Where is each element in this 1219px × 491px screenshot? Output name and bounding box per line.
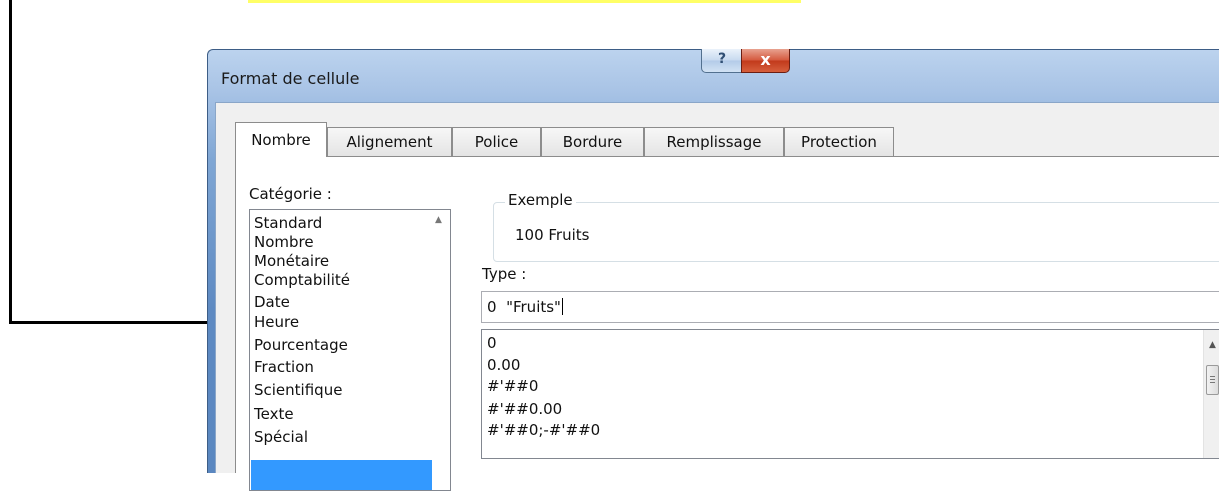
format-item[interactable]: 0 bbox=[487, 334, 497, 353]
category-item[interactable]: Fraction bbox=[254, 358, 314, 377]
type-input-value: 0 "Fruits" bbox=[487, 298, 561, 316]
type-input[interactable]: 0 "Fruits" bbox=[481, 291, 1219, 323]
title-bar[interactable]: Format de cellule ? x bbox=[208, 49, 1219, 102]
category-item[interactable]: Pourcentage bbox=[254, 336, 348, 355]
help-button[interactable]: ? bbox=[701, 49, 743, 73]
tab-alignement[interactable]: Alignement bbox=[327, 127, 452, 156]
format-item[interactable]: #'##0.00 bbox=[487, 400, 562, 419]
category-item[interactable]: Scientifique bbox=[254, 381, 342, 400]
type-label: Type : bbox=[482, 265, 527, 283]
format-cells-dialog: Format de cellule ? x Nombre Alignement … bbox=[207, 49, 1219, 491]
grip-line bbox=[1210, 376, 1215, 377]
format-item[interactable]: 0.00 bbox=[487, 356, 520, 375]
example-value: 100 Fruits bbox=[515, 226, 590, 244]
tab-panel-nombre: Catégorie : Standard Nombre Monétaire Co… bbox=[235, 156, 1219, 491]
category-item[interactable]: Monétaire bbox=[254, 252, 329, 271]
help-icon: ? bbox=[717, 51, 727, 67]
annotation-arrow-vertical bbox=[9, 0, 12, 324]
tab-bordure[interactable]: Bordure bbox=[541, 127, 644, 156]
tab-police[interactable]: Police bbox=[452, 127, 541, 156]
type-format-list[interactable]: 0 0.00 #'##0 #'##0.00 #'##0;-#'##0 ▲ bbox=[481, 329, 1219, 459]
category-item[interactable]: Heure bbox=[254, 313, 299, 332]
category-item[interactable]: Standard bbox=[254, 214, 322, 233]
category-label: Catégorie : bbox=[249, 185, 332, 203]
category-item-selected[interactable] bbox=[251, 460, 432, 490]
format-item[interactable]: #'##0;-#'##0 bbox=[487, 421, 600, 440]
close-icon: x bbox=[760, 50, 771, 69]
grip-line bbox=[1210, 379, 1215, 380]
example-label: Exemple bbox=[505, 191, 576, 209]
category-item[interactable]: Comptabilité bbox=[254, 271, 350, 290]
text-cursor bbox=[561, 298, 563, 315]
category-item[interactable]: Spécial bbox=[254, 428, 308, 447]
category-list[interactable]: Standard Nombre Monétaire Comptabilité D… bbox=[249, 209, 451, 491]
format-list-scrollbar[interactable]: ▲ bbox=[1203, 330, 1219, 458]
category-item[interactable]: Texte bbox=[254, 405, 294, 424]
format-item[interactable]: #'##0 bbox=[487, 377, 538, 396]
close-button[interactable]: x bbox=[741, 49, 790, 73]
dialog-body: Nombre Alignement Police Bordure Remplis… bbox=[215, 102, 1219, 491]
tab-protection[interactable]: Protection bbox=[784, 127, 894, 156]
dialog-title: Format de cellule bbox=[221, 69, 360, 88]
scroll-up-arrow-icon[interactable]: ▲ bbox=[1209, 340, 1216, 350]
category-item[interactable]: Date bbox=[254, 293, 290, 312]
scrollbar-thumb[interactable] bbox=[1206, 365, 1219, 395]
grip-line bbox=[1210, 382, 1215, 383]
category-item[interactable]: Nombre bbox=[254, 233, 314, 252]
scroll-up-arrow-icon[interactable]: ▲ bbox=[435, 215, 442, 225]
yellow-highlight-strip bbox=[248, 0, 801, 3]
tab-remplissage[interactable]: Remplissage bbox=[644, 127, 784, 156]
tab-nombre[interactable]: Nombre bbox=[235, 122, 327, 157]
example-groupbox bbox=[493, 202, 1219, 262]
